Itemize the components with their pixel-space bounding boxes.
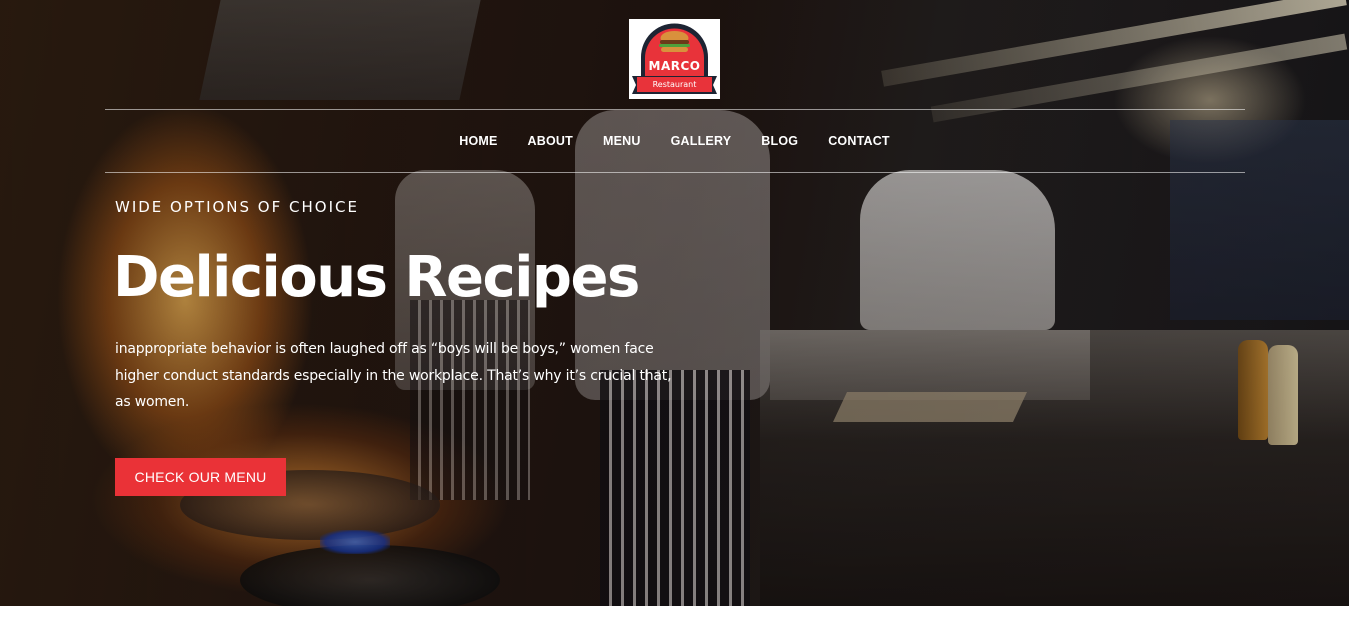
hero-title: Delicious Recipes xyxy=(113,245,640,310)
nav-item-contact[interactable]: CONTACT xyxy=(828,130,890,152)
hero-eyebrow: WIDE OPTIONS OF CHOICE xyxy=(115,198,359,216)
hero-section: MARCO Restaurant HOME ABOUT MENU GALLERY… xyxy=(0,0,1349,606)
nav-item-menu[interactable]: MENU xyxy=(603,130,641,152)
site-logo[interactable]: MARCO Restaurant xyxy=(629,19,720,99)
nav-item-blog[interactable]: BLOG xyxy=(761,130,798,152)
nav-divider xyxy=(105,172,1245,173)
nav-item-gallery[interactable]: GALLERY xyxy=(671,130,732,152)
logo-name: MARCO xyxy=(648,59,701,73)
hero-description: inappropriate behavior is often laughed … xyxy=(115,341,672,410)
nav-divider xyxy=(105,109,1245,110)
main-nav: HOME ABOUT MENU GALLERY BLOG CONTACT xyxy=(0,130,1349,152)
check-menu-button[interactable]: CHECK OUR MENU xyxy=(115,458,286,496)
nav-item-home[interactable]: HOME xyxy=(459,130,497,152)
logo-subtitle: Restaurant xyxy=(652,80,697,89)
nav-item-about[interactable]: ABOUT xyxy=(528,130,573,152)
